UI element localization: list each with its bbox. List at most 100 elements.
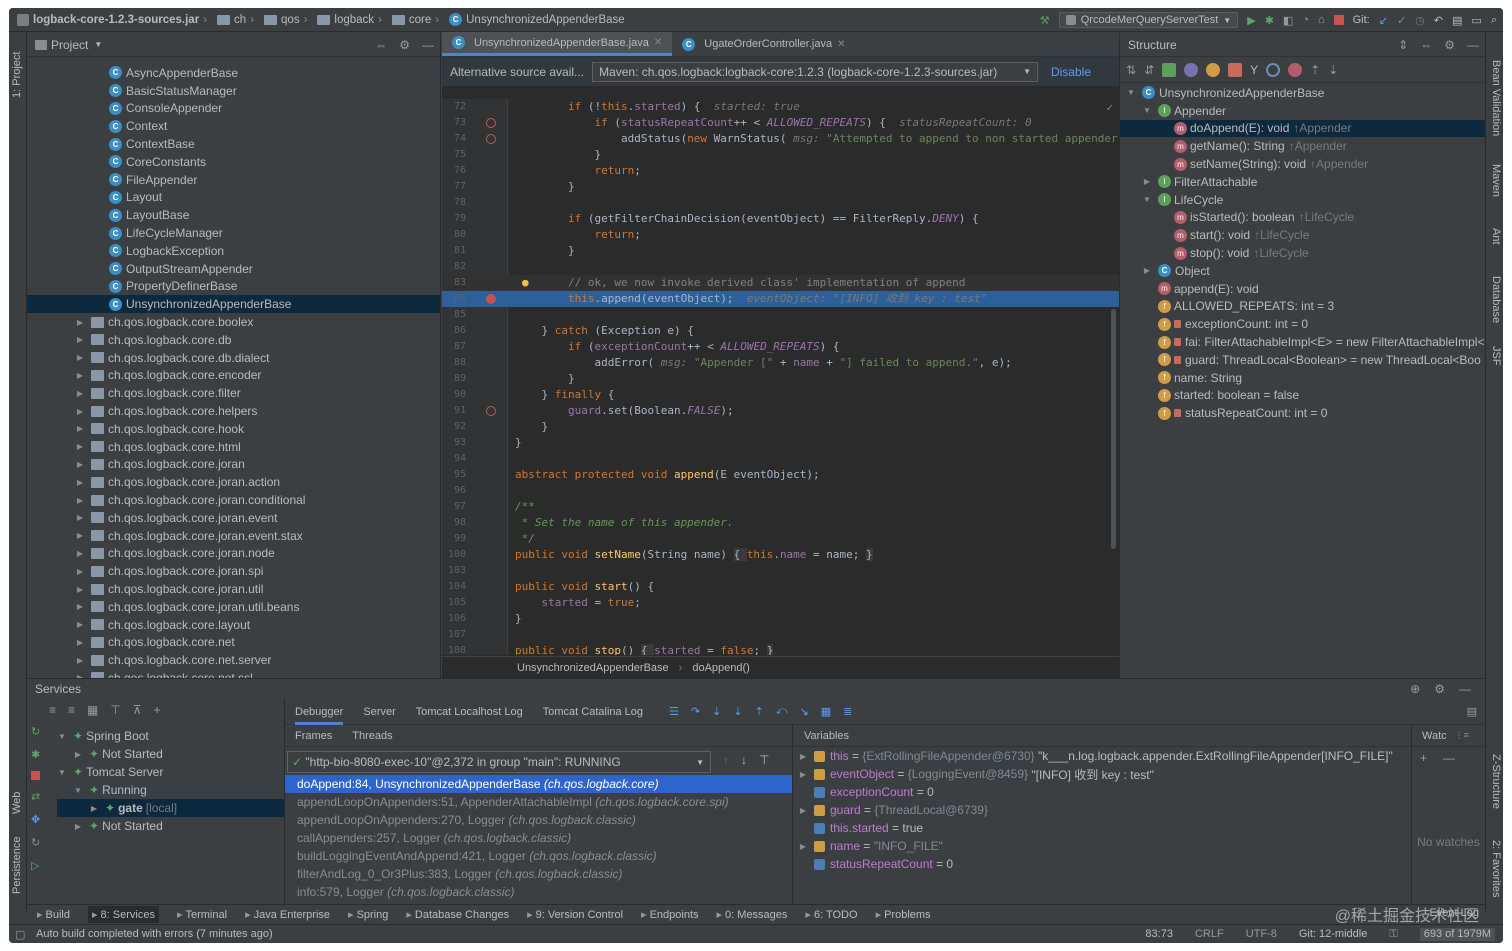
service-item[interactable]: ▶ ✦ Not Started [57, 817, 284, 835]
code-line[interactable]: 95 abstract protected void append(E event… [442, 467, 1119, 483]
debugger-tab[interactable]: Debugger [295, 699, 344, 725]
stack-frame[interactable]: callAppenders:257, Logger (ch.qos.logbac… [285, 829, 792, 847]
hide-icon[interactable]: — [422, 38, 434, 52]
variable-row[interactable]: exceptionCount = 0 [794, 783, 1411, 801]
force-step-into-icon[interactable]: ⇣ [733, 705, 742, 718]
project-tool-button[interactable]: 1: Project [11, 52, 23, 98]
project-class-item[interactable]: OutputStreamAppender [27, 260, 440, 278]
code-line[interactable]: 98 * Set the name of this appender. [442, 515, 1119, 531]
structure-item[interactable]: ▼ I Appender [1120, 102, 1485, 120]
rollback-icon[interactable]: ↶ [1434, 14, 1443, 27]
project-class-item[interactable]: CoreConstants [27, 153, 440, 171]
breakpoint-icon[interactable] [486, 134, 496, 144]
structure-item[interactable]: f name: String [1120, 369, 1485, 387]
chevron-right-icon[interactable]: ▶ [75, 567, 85, 576]
tool-window-button[interactable]: ▸ Java Enterprise [245, 908, 330, 921]
code-line[interactable]: 96 [442, 483, 1119, 499]
expand-all-icon[interactable]: ≡ [49, 703, 56, 717]
chevron-right-icon[interactable]: ▶ [75, 424, 85, 433]
breadcrumb-method[interactable]: doAppend() [692, 662, 750, 674]
source-select[interactable]: Maven: ch.qos.logback:logback-core:1.2.3… [592, 61, 1039, 82]
code-line[interactable]: 91 guard.set(Boolean.FALSE); [442, 403, 1119, 419]
show-execution-point-icon[interactable]: ☰ [669, 705, 679, 718]
crumb-qos[interactable]: qos › [261, 14, 314, 26]
run-config-select[interactable]: QrcodeMerQueryServerTest ▼ [1058, 12, 1239, 28]
project-class-item[interactable]: ConsoleAppender [27, 100, 440, 118]
debugger-tab[interactable]: Tomcat Localhost Log [416, 706, 523, 718]
tool-window-button[interactable]: ▸ Terminal [177, 908, 227, 921]
layout-icon[interactable]: ⋮≡ [1455, 730, 1469, 741]
chevron-right-icon[interactable]: ▶ [75, 549, 85, 558]
code-line[interactable]: 72 if (!this.started) { started: true [442, 99, 1119, 115]
show-fields-icon[interactable] [1206, 62, 1221, 77]
chevron-right-icon[interactable]: ▶ [75, 478, 85, 487]
crumb-logback[interactable]: logback › [314, 14, 388, 26]
project-package-item[interactable]: ▶ ch.qos.logback.core.db.dialect [27, 349, 440, 367]
line-separator[interactable]: CRLF [1195, 928, 1224, 941]
structure-item[interactable]: f exceptionCount: int = 0 [1120, 315, 1485, 333]
project-package-item[interactable]: ▶ ch.qos.logback.core.db [27, 331, 440, 349]
anonymous-icon[interactable]: Y [1250, 63, 1258, 77]
service-item[interactable]: ▶ ✦ Not Started [57, 745, 284, 763]
lambda-icon[interactable] [1266, 62, 1281, 77]
database-tool-button[interactable]: Database [1490, 276, 1502, 323]
project-package-item[interactable]: ▶ ch.qos.logback.core.joran [27, 456, 440, 474]
tool-window-button[interactable]: ▸ Build [37, 908, 70, 921]
web-tool-button[interactable]: Web [11, 792, 23, 814]
remove-watch-icon[interactable]: — [1443, 751, 1455, 765]
chevron-icon[interactable]: ▶ [1142, 266, 1152, 275]
code-line[interactable]: 87 if (exceptionCount++ < ALLOWED_REPEAT… [442, 339, 1119, 355]
chevron-right-icon[interactable]: ▶ [75, 531, 85, 540]
debug-deploy-icon[interactable]: ✥ [31, 813, 40, 826]
structure-item[interactable]: f statusRepeatCount: int = 0 [1120, 404, 1485, 422]
tab-threads[interactable]: Threads [352, 730, 392, 742]
show-nonpublic-icon[interactable] [1228, 62, 1243, 77]
code-line[interactable]: 73 if (statusRepeatCount++ < ALLOWED_REP… [442, 115, 1119, 131]
gear-icon[interactable]: ⚙ [1444, 38, 1455, 52]
breakpoint-icon[interactable] [486, 118, 496, 128]
structure-item[interactable]: m append(E): void [1120, 280, 1485, 298]
chevron-icon[interactable]: ▶ [73, 822, 83, 831]
code-line[interactable]: 89 } [442, 371, 1119, 387]
close-icon[interactable]: ✕ [654, 37, 662, 48]
stack-frame[interactable]: filterAndLog_0_Or3Plus:383, Logger (ch.q… [285, 865, 792, 883]
coverage-icon[interactable]: ◧ [1283, 14, 1293, 27]
step-out-icon[interactable]: ⇡ [755, 705, 764, 718]
stack-frame[interactable]: buildLoggingEventAndAppend:421, Logger (… [285, 847, 792, 865]
code-line[interactable]: 103 [442, 563, 1119, 579]
project-structure-icon[interactable]: ▤ [1452, 14, 1462, 27]
project-package-item[interactable]: ▶ ch.qos.logback.core.encoder [27, 367, 440, 385]
project-class-item[interactable]: Context [27, 117, 440, 135]
search-icon[interactable]: ⌕ [1491, 14, 1497, 27]
rerun-icon[interactable]: ↻ [31, 725, 40, 738]
structure-item[interactable]: ▶Object [1120, 262, 1485, 280]
code-line[interactable]: 82 [442, 259, 1119, 275]
code-area[interactable]: 72 if (!this.started) { started: true 73 … [442, 99, 1119, 655]
sort-alpha-icon[interactable]: ⇵ [1144, 63, 1154, 77]
chevron-right-icon[interactable]: ▶ [75, 638, 85, 647]
evaluate-icon[interactable]: ▦ [821, 705, 831, 718]
code-line[interactable]: 76 return; [442, 163, 1119, 179]
variable-row[interactable]: ▶ guard = {ThreadLocal@6739} [794, 801, 1411, 819]
chevron-right-icon[interactable]: ▶ [75, 656, 85, 665]
chevron-icon[interactable]: ▶ [73, 750, 83, 759]
project-class-item[interactable]: UnsynchronizedAppenderBase [27, 295, 440, 314]
thread-select[interactable]: ✓ "http-bio-8080-exec-10"@2,372 in group… [287, 751, 711, 773]
stop-icon[interactable] [31, 771, 40, 780]
add-service-icon[interactable]: + [154, 703, 161, 717]
service-item[interactable]: ▼ ✦ Running [57, 781, 284, 799]
caret-position[interactable]: 83:73 [1145, 928, 1173, 941]
project-class-item[interactable]: PropertyDefinerBase [27, 278, 440, 296]
chevron-right-icon[interactable]: ▶ [75, 407, 85, 416]
filter-icon[interactable]: ⊤ [110, 703, 120, 717]
tool-window-button[interactable]: ▸ Problems [876, 908, 931, 921]
chevron-right-icon[interactable]: ▶ [75, 389, 85, 398]
structure-item[interactable]: ▶ I FilterAttachable [1120, 173, 1485, 191]
step-into-icon[interactable]: ⇣ [712, 705, 721, 718]
stack-frame[interactable]: appendLoopOnAppenders:270, Logger (ch.qo… [285, 811, 792, 829]
group-icon[interactable]: ▦ [87, 703, 98, 717]
code-line[interactable]: 75 } [442, 147, 1119, 163]
git-commit-icon[interactable]: ✓ [1397, 14, 1406, 27]
project-package-item[interactable]: ▶ ch.qos.logback.core.helpers [27, 402, 440, 420]
tool-window-button[interactable]: ▸ Spring [348, 908, 388, 921]
